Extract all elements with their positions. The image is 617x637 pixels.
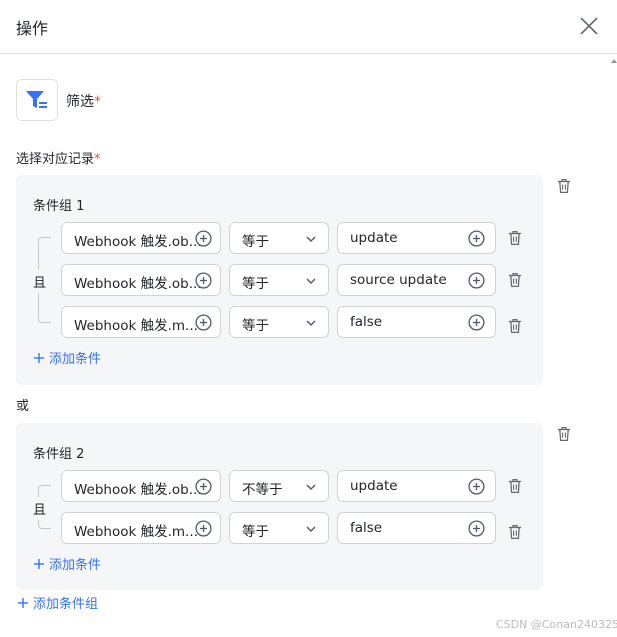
operator-value: 等于: [242, 234, 269, 250]
field-value: Webhook 触发.m...: [74, 318, 198, 334]
field-value: Webhook 触发.ob...: [74, 234, 202, 250]
chevron-down-icon: [305, 275, 317, 287]
condition-group-1: 条件组 1 且 Webhook 触发.ob... 等于 update Webho…: [16, 175, 543, 385]
plus-circle-icon[interactable]: [468, 230, 485, 247]
plus-icon: [33, 558, 45, 570]
trash-icon[interactable]: [508, 318, 522, 334]
and-connector[interactable]: 且: [33, 270, 47, 293]
plus-circle-icon[interactable]: [468, 314, 485, 331]
value-text: false: [350, 314, 383, 330]
value-text: update: [350, 478, 398, 494]
watermark: CSDN @Conan240325: [496, 618, 617, 631]
field-value: Webhook 触发.m...: [74, 524, 198, 540]
operator-select[interactable]: 等于: [229, 264, 329, 296]
operator-select[interactable]: 等于: [229, 512, 329, 544]
operator-value: 不等于: [242, 482, 283, 498]
chevron-down-icon: [305, 523, 317, 535]
operator-select[interactable]: 等于: [229, 222, 329, 254]
plus-icon: [17, 597, 29, 609]
and-connector[interactable]: 且: [33, 497, 47, 520]
add-condition-label: 添加条件: [49, 558, 102, 573]
add-condition-button[interactable]: 添加条件: [33, 554, 101, 573]
required-mark: *: [94, 94, 101, 110]
close-icon[interactable]: [578, 15, 600, 37]
record-select-label: 选择对应记录*: [16, 148, 101, 167]
plus-circle-icon[interactable]: [195, 314, 212, 331]
value-text: update: [350, 230, 398, 246]
record-select-text: 选择对应记录: [16, 152, 95, 167]
chevron-down-icon: [305, 317, 317, 329]
trash-icon[interactable]: [508, 230, 522, 246]
field-value: Webhook 触发.ob...: [74, 276, 202, 292]
add-condition-button[interactable]: 添加条件: [33, 348, 101, 367]
plus-circle-icon[interactable]: [468, 520, 485, 537]
group-title: 条件组 2: [33, 447, 85, 462]
field-value: Webhook 触发.ob...: [74, 482, 202, 498]
chevron-down-icon: [305, 233, 317, 245]
group-title: 条件组 1: [33, 199, 85, 214]
condition-value-input[interactable]: update: [337, 470, 496, 502]
operator-value: 等于: [242, 524, 269, 540]
condition-field-select[interactable]: Webhook 触发.ob...: [61, 264, 221, 296]
condition-value-input[interactable]: false: [337, 306, 496, 338]
plus-circle-icon[interactable]: [468, 478, 485, 495]
trash-icon[interactable]: [508, 272, 522, 288]
chevron-down-icon: [305, 481, 317, 493]
action-type-label: 筛选*: [66, 91, 101, 111]
operator-value: 等于: [242, 318, 269, 334]
required-mark: *: [94, 152, 101, 167]
value-text: false: [350, 520, 383, 536]
add-condition-label: 添加条件: [49, 352, 102, 367]
trash-icon[interactable]: [508, 524, 522, 540]
value-text: source update: [350, 272, 447, 288]
dialog-header: 操作: [0, 0, 617, 54]
action-type-text: 筛选: [66, 94, 94, 110]
plus-circle-icon[interactable]: [195, 230, 212, 247]
condition-value-input[interactable]: false: [337, 512, 496, 544]
condition-group-2: 条件组 2 且 Webhook 触发.ob... 不等于 update Webh…: [16, 423, 543, 590]
operator-select[interactable]: 不等于: [229, 470, 329, 502]
condition-value-input[interactable]: source update: [337, 264, 496, 296]
plus-icon: [33, 352, 45, 364]
trash-icon[interactable]: [508, 478, 522, 494]
plus-circle-icon[interactable]: [468, 272, 485, 289]
dialog-title: 操作: [16, 19, 49, 38]
trash-icon[interactable]: [557, 178, 571, 194]
plus-circle-icon[interactable]: [195, 478, 212, 495]
plus-circle-icon[interactable]: [195, 520, 212, 537]
filter-icon: [26, 91, 47, 108]
condition-field-select[interactable]: Webhook 触发.m...: [61, 512, 221, 544]
trash-icon[interactable]: [557, 426, 571, 442]
condition-value-input[interactable]: update: [337, 222, 496, 254]
condition-field-select[interactable]: Webhook 触发.ob...: [61, 222, 221, 254]
action-type-icon-box[interactable]: [16, 79, 58, 121]
plus-circle-icon[interactable]: [195, 272, 212, 289]
add-condition-group-button[interactable]: 添加条件组: [17, 593, 98, 612]
condition-field-select[interactable]: Webhook 触发.m...: [61, 306, 221, 338]
add-condition-group-label: 添加条件组: [33, 597, 99, 612]
scroll-up-icon[interactable]: [611, 58, 617, 64]
operator-value: 等于: [242, 276, 269, 292]
condition-field-select[interactable]: Webhook 触发.ob...: [61, 470, 221, 502]
or-connector: 或: [16, 399, 30, 414]
operator-select[interactable]: 等于: [229, 306, 329, 338]
